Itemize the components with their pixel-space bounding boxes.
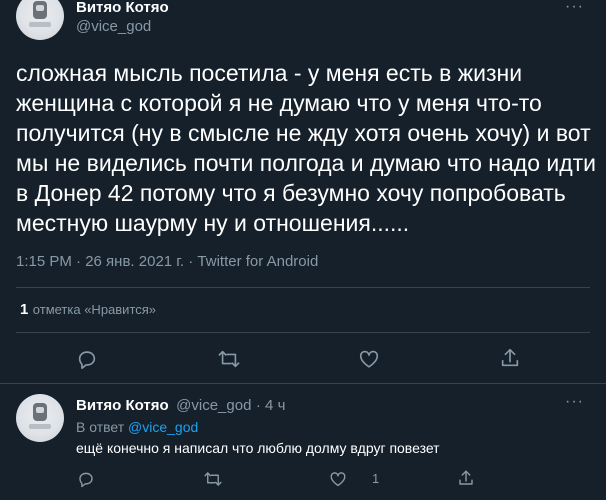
share-icon[interactable] (499, 347, 521, 369)
tweet-text-line: местную шаурму ну и отношения...... (16, 210, 410, 236)
tweet-text-line: получится (ну в смысле не жду хотя очень… (16, 120, 591, 146)
reply-header: Витяо Котяо @vice_god · 4 ч (76, 397, 285, 415)
reply-icon[interactable] (76, 348, 98, 370)
reply-author-name[interactable]: Витяо Котяо (76, 397, 169, 414)
reply-context: В ответ @vice_god (76, 419, 198, 435)
reply-author-handle[interactable]: @vice_god (176, 397, 251, 414)
reply-prefix: В ответ (76, 419, 125, 435)
tweet-timestamp[interactable]: 1:15 PM · 26 янв. 2021 г. · Twitter for … (16, 253, 318, 270)
avatar-photo (33, 403, 47, 421)
reply-more-options-button[interactable]: ··· (565, 393, 584, 411)
tweet-text-line: в Донер 42 потому что я безумно хочу поп… (16, 180, 566, 206)
likes-count: 1 (20, 301, 29, 318)
reply-like-count: 1 (372, 471, 380, 486)
reply-like-icon[interactable] (329, 470, 347, 488)
divider (0, 383, 606, 384)
avatar-photo (33, 1, 47, 19)
divider (16, 287, 590, 288)
reply-text: ещё конечно я написал что люблю долму вд… (76, 440, 440, 456)
likes-label: отметка «Нравится» (32, 302, 157, 317)
tweet-text-line: женщина с которой я не думаю что у меня … (16, 90, 542, 116)
likes-summary[interactable]: 1 отметка «Нравится» (20, 301, 156, 319)
reply-to-link[interactable]: @vice_god (128, 419, 198, 435)
author-handle[interactable]: @vice_god (76, 18, 151, 35)
reply-retweet-icon[interactable] (203, 470, 223, 488)
reply-reply-icon[interactable] (77, 470, 95, 488)
divider (16, 332, 590, 333)
author-avatar[interactable] (16, 0, 64, 40)
more-options-button[interactable]: ··· (565, 0, 584, 16)
retweet-icon[interactable] (217, 348, 241, 370)
reply-author-avatar[interactable] (16, 394, 64, 442)
tweet-text-line: мы не виделись почти полгода и думаю что… (16, 150, 597, 176)
tweet-text-line: сложная мысль посетила - у меня есть в ж… (16, 60, 523, 86)
reply-age[interactable]: · 4 ч (256, 397, 286, 414)
author-name[interactable]: Витяо Котяо (76, 0, 169, 16)
tweet-text: сложная мысль посетила - у меня есть в ж… (16, 58, 600, 238)
reply-share-icon[interactable] (457, 469, 475, 487)
like-icon[interactable] (358, 348, 380, 370)
